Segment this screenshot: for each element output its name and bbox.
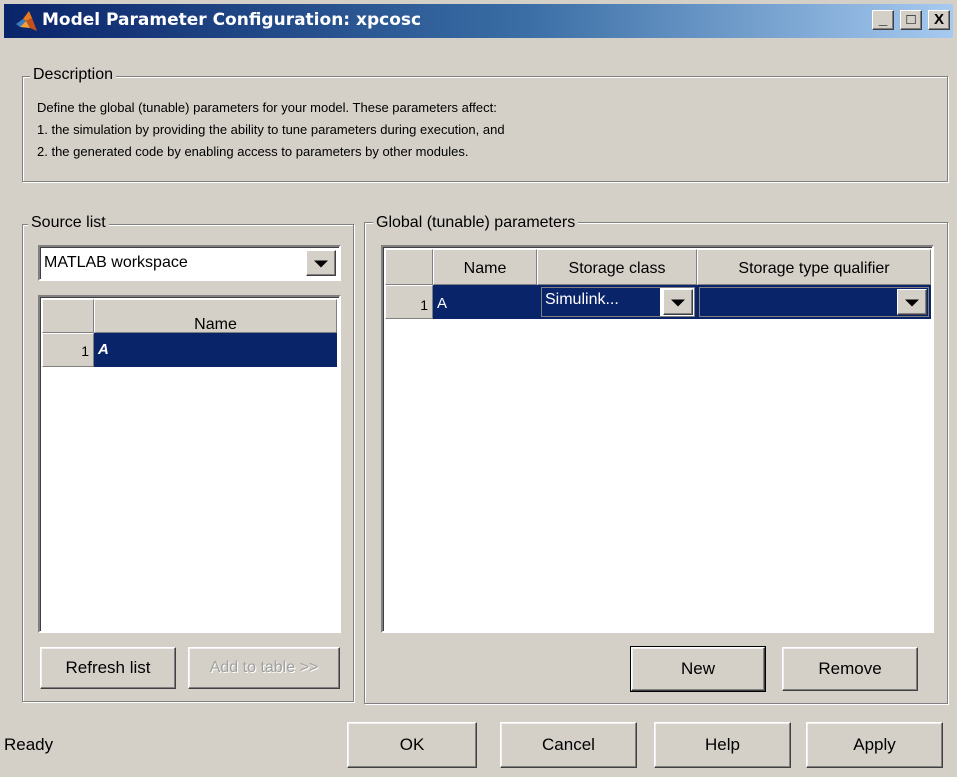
new-button[interactable]: New	[630, 646, 766, 692]
source-row-index[interactable]: 1	[42, 333, 94, 367]
refresh-list-button[interactable]: Refresh list	[40, 647, 176, 689]
add-to-table-button[interactable]: Add to table >>	[188, 647, 340, 689]
params-row-index[interactable]: 1	[385, 285, 433, 319]
params-row-name[interactable]: A	[433, 285, 537, 319]
description-line-2: 1. the simulation by providing the abili…	[37, 122, 505, 137]
description-legend: Description	[30, 66, 117, 84]
source-dropdown[interactable]: MATLAB workspace	[38, 245, 341, 281]
source-column-name[interactable]: Name	[94, 299, 337, 333]
params-column-qualifier[interactable]: Storage type qualifier	[697, 249, 931, 285]
source-table-corner	[42, 299, 94, 333]
chevron-down-icon[interactable]	[897, 289, 927, 315]
chevron-down-icon[interactable]	[663, 289, 693, 315]
remove-button[interactable]: Remove	[782, 647, 918, 691]
cancel-button[interactable]: Cancel	[500, 722, 637, 768]
close-button[interactable]: X	[928, 10, 950, 30]
apply-button[interactable]: Apply	[806, 722, 943, 768]
params-column-name[interactable]: Name	[433, 249, 537, 285]
chevron-down-icon[interactable]	[306, 250, 336, 276]
ok-button[interactable]: OK	[347, 722, 477, 768]
source-row-name[interactable]: A	[94, 333, 337, 367]
source-list-legend: Source list	[28, 214, 109, 232]
global-params-legend: Global (tunable) parameters	[373, 214, 579, 232]
description-line-1: Define the global (tunable) parameters f…	[37, 100, 497, 115]
window-title: Model Parameter Configuration: xpcosc	[42, 10, 422, 30]
storage-class-value: Simulink...	[545, 291, 619, 308]
storage-class-dropdown[interactable]: Simulink...	[541, 287, 695, 317]
source-dropdown-value: MATLAB workspace	[44, 254, 188, 271]
qualifier-dropdown[interactable]	[699, 287, 929, 317]
global-params-table[interactable]: Name Storage class Storage type qualifie…	[381, 245, 934, 633]
source-table[interactable]: Name 1 A	[38, 295, 341, 633]
maximize-button[interactable]: □	[900, 10, 922, 30]
title-bar[interactable]: Model Parameter Configuration: xpcosc _ …	[4, 4, 953, 38]
status-text: Ready	[4, 735, 54, 754]
params-column-storage-class[interactable]: Storage class	[537, 249, 697, 285]
matlab-logo-icon	[14, 10, 38, 32]
minimize-button[interactable]: _	[872, 10, 894, 30]
params-table-corner	[385, 249, 433, 285]
help-button[interactable]: Help	[654, 722, 791, 768]
description-line-3: 2. the generated code by enabling access…	[37, 144, 469, 159]
